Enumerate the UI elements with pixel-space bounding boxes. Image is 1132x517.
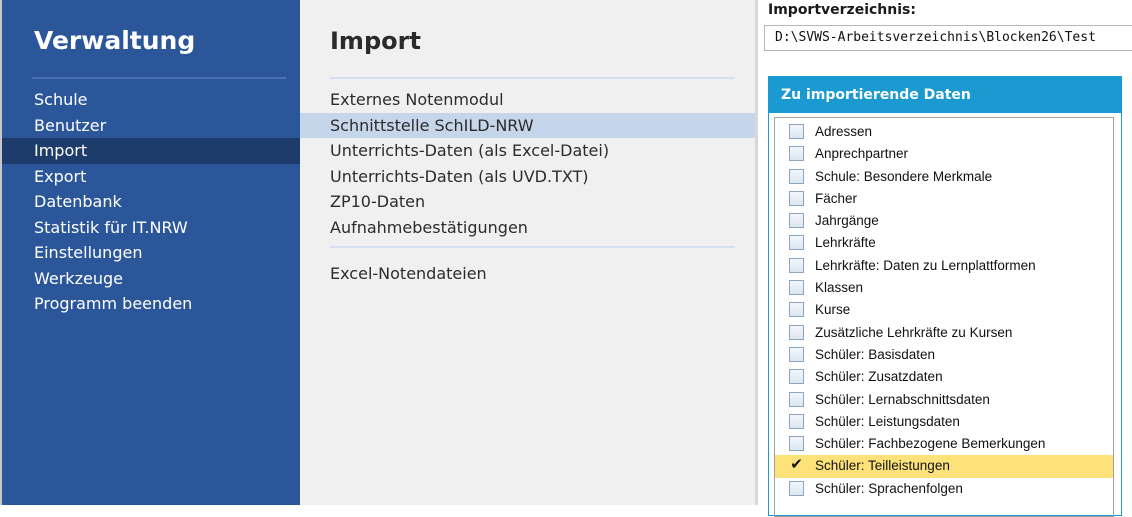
checklist-item-label: Adressen: [815, 124, 873, 139]
checklist-item-label: Schüler: Zusatzdaten: [815, 369, 943, 385]
checkbox[interactable]: [789, 391, 804, 407]
checklist-item-label: Kurse: [815, 302, 851, 318]
checklist-item[interactable]: Zusätzliche Lehrkräfte zu Kursen: [775, 322, 1113, 344]
sidebar-item-datenbank[interactable]: Datenbank: [2, 189, 300, 215]
checkbox[interactable]: [789, 436, 804, 452]
sidebar-menu: Schule Benutzer Import Export Datenbank Stati…: [2, 87, 300, 317]
checklist-item-label: Fächer: [815, 190, 858, 206]
checklist-item-label: Schüler: Teilleistungen: [815, 458, 950, 474]
checkbox[interactable]: [789, 413, 804, 429]
import-directory-input[interactable]: D:\SVWS-Arbeitsverzeichnis\Blocken26\Tes…: [764, 25, 1132, 51]
checkbox[interactable]: [789, 235, 804, 251]
checklist-item[interactable]: ✔ Schüler: Teilleistungen: [775, 455, 1113, 478]
checkbox[interactable]: [789, 346, 804, 362]
checkbox[interactable]: [789, 480, 804, 496]
import-panel-title: Import: [330, 27, 421, 55]
checklist-item-label: Schüler: Basisdaten: [815, 346, 936, 362]
checklist-item[interactable]: Schüler: Lernabschnittsdaten: [775, 389, 1113, 411]
checklist-item[interactable]: Klassen: [775, 277, 1113, 299]
sidebar-item-programm-beenden[interactable]: Programm beenden: [2, 291, 300, 317]
sidebar-item-statistik-für-it-nrw[interactable]: Statistik für IT.NRW: [2, 215, 300, 241]
checklist-item-label: Schüler: Fachbezogene Bemerkungen: [815, 436, 1046, 452]
checkbox[interactable]: [789, 280, 804, 296]
checklist-item[interactable]: Jahrgänge: [775, 210, 1113, 232]
checkbox[interactable]: [789, 146, 804, 162]
checklist-item[interactable]: Lehrkräfte: [775, 232, 1113, 254]
import-data-group-title: Zu importierende Daten: [769, 77, 1121, 113]
checkbox[interactable]: [789, 302, 804, 318]
admin-sidebar: Verwaltung Schule Benutzer Import Export Dat…: [0, 0, 300, 505]
import-option-schnittstelle-schild-nrw[interactable]: Schnittstelle SchILD-NRW: [300, 112, 755, 138]
import-option-zp10-daten[interactable]: ZP10-Daten: [300, 189, 755, 215]
import-data-items: Adressen Anprechpartner Schule: Besondere …: [775, 118, 1113, 500]
import-settings-panel: Importverzeichnis: D:\SVWS-Arbeitsverzei…: [758, 0, 1132, 517]
checklist-item[interactable]: Schule: Besondere Merkmale: [775, 166, 1113, 188]
import-directory-label: Importverzeichnis:: [768, 2, 916, 18]
sidebar-divider: [32, 77, 286, 79]
sidebar-item-schule[interactable]: Schule: [2, 87, 300, 113]
checkbox[interactable]: [789, 324, 804, 340]
import-options-list: Externes Notenmodul Schnittstelle SchILD-…: [300, 87, 755, 240]
checklist-item-label: Schüler: Lernabschnittsdaten: [815, 391, 990, 407]
checklist-item-label: Schüler: Sprachenfolgen: [815, 480, 963, 496]
checklist-item-label: Schüler: Leistungsdaten: [815, 413, 960, 429]
sidebar-item-import[interactable]: Import: [2, 138, 300, 164]
sidebar-item-benutzer[interactable]: Benutzer: [2, 113, 300, 139]
checkbox[interactable]: [789, 369, 804, 385]
checkbox[interactable]: [789, 168, 804, 184]
sidebar-item-werkzeuge[interactable]: Werkzeuge: [2, 266, 300, 292]
checklist-item[interactable]: Schüler: Zusatzdaten: [775, 366, 1113, 388]
checkbox[interactable]: [789, 190, 804, 206]
checklist-item-label: Zusätzliche Lehrkräfte zu Kursen: [815, 324, 1013, 340]
checklist-item[interactable]: Fächer: [775, 188, 1113, 210]
checklist-item-label: Lehrkräfte: Daten zu Lernplattformen: [815, 257, 1036, 273]
checklist-item-label: Jahrgänge: [815, 213, 879, 229]
import-option-excel-notendateien[interactable]: Excel-Notendateien: [300, 261, 755, 287]
checklist-item[interactable]: Anprechpartner: [775, 143, 1113, 165]
checkbox[interactable]: [789, 124, 804, 139]
import-data-checklist[interactable]: Adressen Anprechpartner Schule: Besondere …: [774, 117, 1114, 517]
sidebar-item-export[interactable]: Export: [2, 164, 300, 190]
checklist-item[interactable]: Lehrkräfte: Daten zu Lernplattformen: [775, 255, 1113, 277]
checklist-item-label: Klassen: [815, 280, 864, 296]
import-divider-top: [330, 77, 735, 79]
sidebar-item-einstellungen[interactable]: Einstellungen: [2, 240, 300, 266]
checklist-item-label: Lehrkräfte: [815, 235, 876, 251]
import-divider-middle: [330, 246, 735, 248]
import-option-unterrichts-daten-als-excel-datei[interactable]: Unterrichts-Daten (als Excel-Datei): [300, 138, 755, 164]
checkbox-checked[interactable]: ✔: [789, 457, 804, 473]
checklist-item[interactable]: Schüler: Sprachenfolgen: [775, 478, 1113, 500]
import-option-externes-notenmodul[interactable]: Externes Notenmodul: [300, 87, 755, 113]
import-data-group: Zu importierende Daten Adressen Anprechpa…: [768, 76, 1122, 517]
checkbox[interactable]: [789, 257, 804, 273]
import-panel: Import Externes Notenmodul Schnittstelle …: [300, 0, 755, 505]
import-option-aufnahmebestätigungen[interactable]: Aufnahmebestätigungen: [300, 215, 755, 241]
checklist-item[interactable]: Kurse: [775, 299, 1113, 321]
checklist-item[interactable]: Adressen: [775, 121, 1113, 143]
checklist-item-label: Schule: Besondere Merkmale: [815, 168, 993, 184]
checklist-item[interactable]: Schüler: Basisdaten: [775, 344, 1113, 366]
checklist-item[interactable]: Schüler: Fachbezogene Bemerkungen: [775, 433, 1113, 455]
import-option-unterrichts-daten-als-uvd-txt[interactable]: Unterrichts-Daten (als UVD.TXT): [300, 164, 755, 190]
import-options-list-secondary: Excel-Notendateien: [300, 261, 755, 287]
sidebar-title: Verwaltung: [34, 26, 196, 55]
checklist-item[interactable]: Schüler: Leistungsdaten: [775, 411, 1113, 433]
checklist-item-label: Anprechpartner: [815, 146, 909, 162]
checkbox[interactable]: [789, 213, 804, 229]
